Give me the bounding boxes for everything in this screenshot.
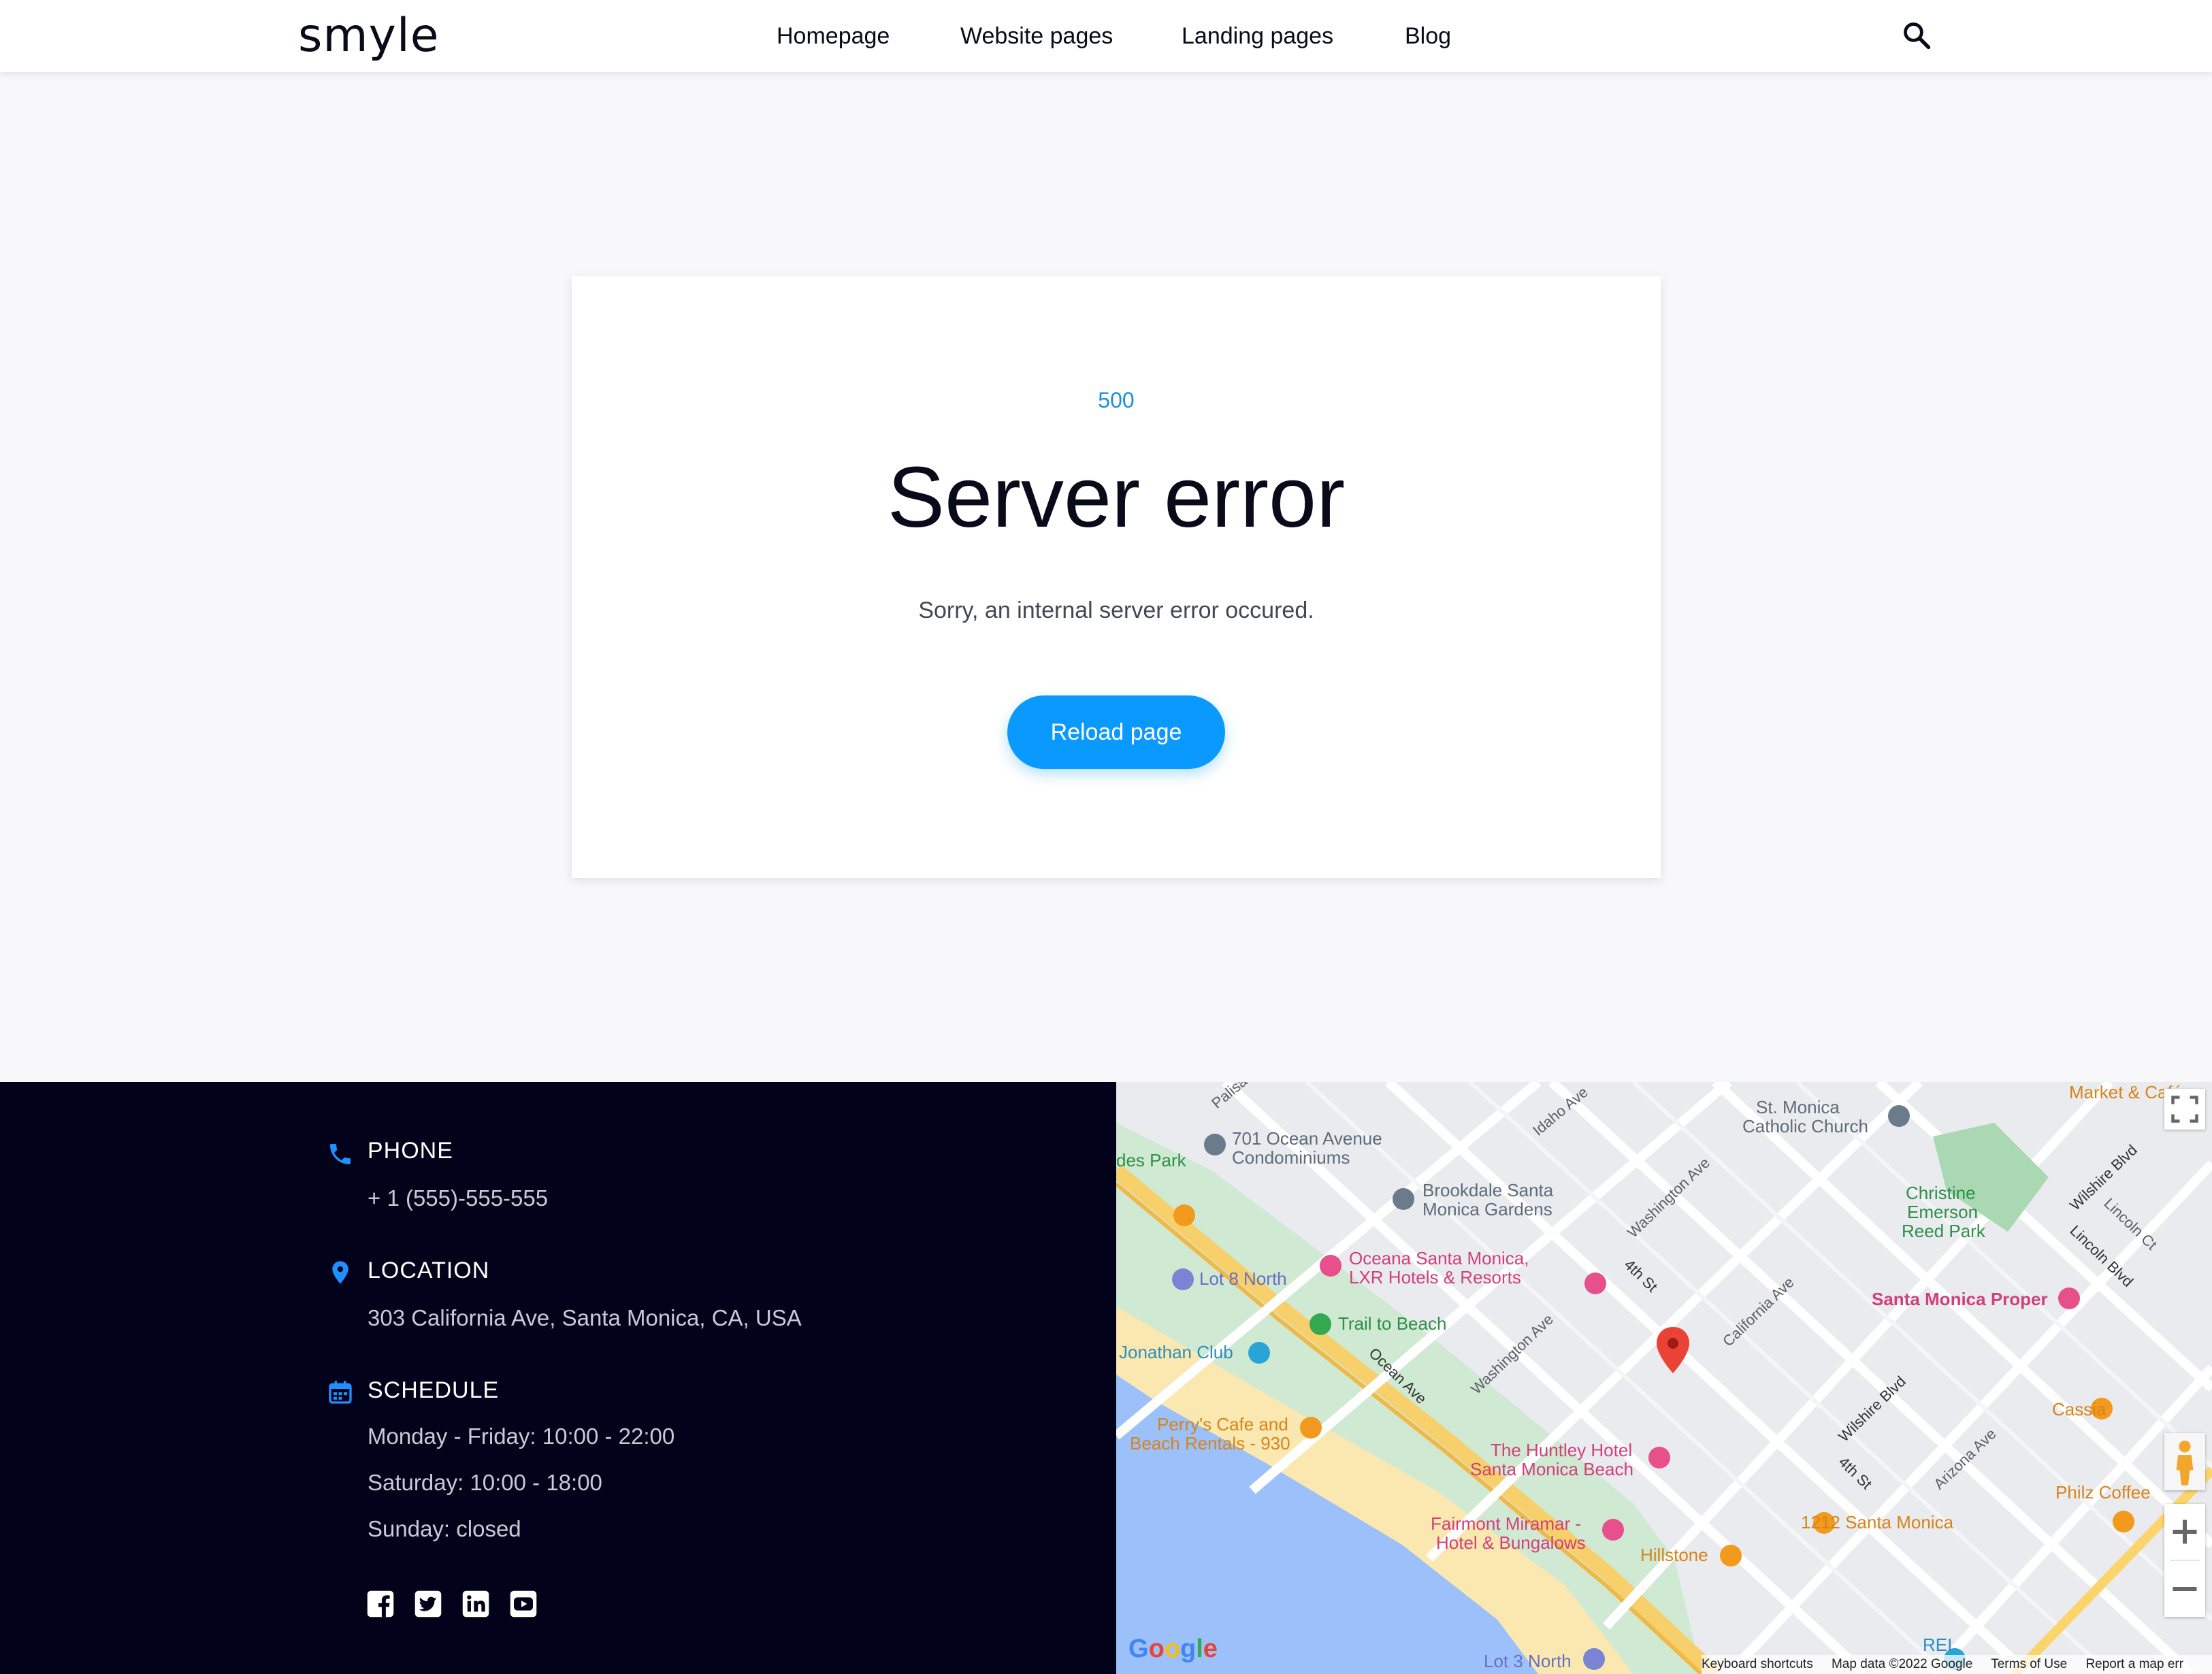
nav-landing-pages[interactable]: Landing pages <box>1182 20 1333 52</box>
map-label: Lot 8 North <box>1199 1268 1287 1289</box>
map-label: Cassia <box>2052 1399 2107 1419</box>
fullscreen-icon <box>2171 1096 2198 1123</box>
error-code: 500 <box>1098 388 1135 412</box>
map-label: Emerson <box>1907 1202 1978 1222</box>
location-pin-icon <box>332 1261 348 1284</box>
minus-icon <box>2173 1587 2197 1591</box>
map-label: Condominiums <box>1232 1147 1350 1168</box>
map-label: Beach Rentals - 930 <box>1130 1433 1290 1454</box>
nav-homepage[interactable]: Homepage <box>777 20 890 52</box>
street-view-pegman[interactable] <box>2164 1433 2205 1490</box>
map-label: Reed Park <box>1902 1221 1986 1241</box>
site-header: smyle Homepage Website pages Landing pag… <box>0 0 2212 72</box>
keyboard-shortcuts-link[interactable]: Keyboard shortcuts <box>1702 1657 1813 1671</box>
location-heading: LOCATION <box>368 1258 490 1283</box>
map-label: Christine <box>1906 1183 1976 1203</box>
logo[interactable]: smyle <box>298 7 440 65</box>
map-label: LXR Hotels & Resorts <box>1349 1267 1521 1287</box>
zoom-out-button[interactable] <box>2164 1561 2205 1617</box>
phone-heading: PHONE <box>368 1138 453 1164</box>
phone-icon <box>330 1144 351 1164</box>
fullscreen-button[interactable] <box>2164 1089 2205 1130</box>
map-label: 1212 Santa Monica <box>1801 1512 1954 1532</box>
map-label: REI <box>1923 1635 1952 1655</box>
map-label: The Huntley Hotel <box>1491 1440 1632 1460</box>
error-message: Sorry, an internal server error occured. <box>918 597 1314 623</box>
map-label: Lot 3 North <box>1484 1651 1572 1671</box>
map-data-text: Map data ©2022 Google <box>1831 1657 1973 1671</box>
zoom-controls <box>2164 1504 2205 1617</box>
page-title: Server error <box>887 449 1346 545</box>
phone-value[interactable]: + 1 (555)-555-555 <box>368 1185 548 1211</box>
reload-page-button[interactable]: Reload page <box>1007 695 1225 769</box>
search-icon[interactable] <box>1902 20 1932 50</box>
map-label: 701 Ocean Avenue <box>1232 1128 1382 1149</box>
map-label: des Park <box>1116 1150 1187 1170</box>
map-label: Philz Coffee <box>2055 1482 2151 1503</box>
google-logo[interactable]: Google <box>1128 1635 1218 1664</box>
footer-contact <box>0 1082 1116 1674</box>
schedule-line: Saturday: 10:00 - 18:00 <box>368 1470 602 1495</box>
map-label: Monica Gardens <box>1422 1199 1552 1219</box>
report-error-link[interactable]: Report a map err <box>2085 1657 2183 1671</box>
pegman-icon <box>2176 1441 2194 1486</box>
map-label: St. Monica <box>1756 1097 1840 1117</box>
schedule-line: Sunday: closed <box>368 1516 521 1541</box>
map-label: Brookdale Santa <box>1422 1180 1554 1200</box>
map-label: Perry's Cafe and <box>1157 1414 1288 1434</box>
map-label: Catholic Church <box>1742 1116 1868 1136</box>
terms-link[interactable]: Terms of Use <box>1991 1657 2067 1671</box>
map-canvas[interactable]: St. Monica Catholic Church 701 Ocean Ave… <box>1116 1082 2212 1674</box>
map-label: Oceana Santa Monica, <box>1349 1248 1529 1268</box>
map-label: Hotel & Bungalows <box>1436 1532 1586 1553</box>
youtube-icon[interactable] <box>509 1590 538 1618</box>
map-label: Trail to Beach <box>1338 1313 1446 1334</box>
map-attribution: Keyboard shortcuts Map data ©2022 Google… <box>1702 1655 2212 1674</box>
zoom-in-button[interactable] <box>2164 1504 2205 1560</box>
map-label: Santa Monica Proper <box>1872 1289 2048 1309</box>
plus-icon <box>2173 1520 2197 1544</box>
map-label: Hillstone <box>1640 1545 1708 1565</box>
schedule-heading: SCHEDULE <box>368 1377 500 1403</box>
nav-website-pages[interactable]: Website pages <box>960 20 1113 52</box>
map-label: Santa Monica Beach <box>1470 1459 1633 1479</box>
location-value: 303 California Ave, Santa Monica, CA, US… <box>368 1305 802 1330</box>
map-label: Jonathan Club <box>1119 1342 1233 1362</box>
map-label: Fairmont Miramar - <box>1431 1513 1581 1534</box>
facebook-icon[interactable] <box>366 1590 395 1618</box>
error-card: 500 Server error Sorry, an internal serv… <box>572 276 1661 878</box>
schedule-line: Monday - Friday: 10:00 - 22:00 <box>368 1424 675 1449</box>
twitter-icon[interactable] <box>414 1590 442 1618</box>
calendar-icon <box>329 1381 352 1404</box>
nav-blog[interactable]: Blog <box>1405 20 1451 52</box>
map[interactable]: St. Monica Catholic Church 701 Ocean Ave… <box>1116 1082 2212 1674</box>
linkedin-icon[interactable] <box>461 1590 490 1618</box>
